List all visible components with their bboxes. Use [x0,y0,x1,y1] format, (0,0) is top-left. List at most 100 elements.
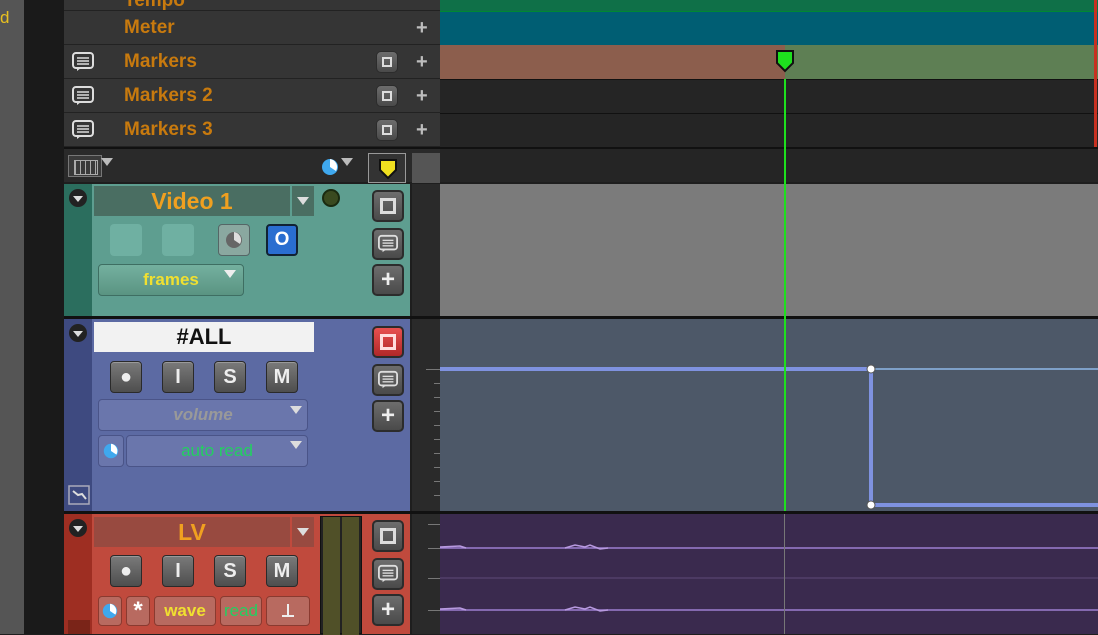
mute-label: M [273,365,291,388]
track-notes-button[interactable] [372,228,404,260]
add-icon[interactable]: + [416,86,428,106]
bus-track-ruler [412,319,440,511]
mute-button[interactable]: M [266,555,298,587]
automation-mode-dropdown[interactable]: auto read [126,435,308,467]
video-track-header[interactable]: Video 1 O frames [64,184,410,316]
add-icon[interactable]: + [416,52,428,72]
track-lock-button[interactable] [372,520,404,552]
timebase-dropdown[interactable]: frames [98,264,244,296]
note-icon[interactable] [72,86,94,106]
ruler-row-markers-3[interactable]: Markers 3 + [64,113,440,147]
audio-waveform[interactable] [440,514,1098,634]
mute-label: M [273,559,291,582]
track-name: #ALL [176,324,232,349]
ruler-row-markers-2[interactable]: Markers 2 + [64,79,440,113]
lane-view-label: volume [173,405,233,424]
clock-button[interactable] [218,224,250,256]
note-icon[interactable] [72,52,94,72]
chevron-down-icon[interactable] [101,158,113,166]
divider-strip [24,0,64,634]
record-arm-button[interactable]: ● [110,361,142,393]
markers-lane[interactable] [440,45,1098,79]
track-name-field[interactable]: LV [94,517,290,547]
clock-icon[interactable] [320,157,340,177]
toolbar-spare-button[interactable] [412,153,440,183]
meter-lane[interactable] [440,11,1098,45]
track-notes-button[interactable] [372,558,404,590]
track-color-strip [64,319,92,511]
resize-handle-icon[interactable] [68,620,90,634]
ruler-label-markers-3: Markers 3 [124,119,213,140]
chevron-down-icon[interactable] [341,158,353,166]
mute-button[interactable]: M [266,361,298,393]
bus-track-header[interactable]: #ALL ● I S M volume auto read [64,319,410,511]
note-icon[interactable] [72,120,94,140]
lock-button[interactable] [376,51,398,73]
level-meter [320,516,362,635]
lock-button[interactable] [376,119,398,141]
collapse-icon[interactable] [68,518,88,538]
tempo-lane[interactable] [440,0,1098,11]
ruler-row-meter[interactable]: Meter + [64,11,440,45]
markers-2-lane[interactable] [440,79,1098,113]
asterisk-button[interactable]: * [126,596,150,626]
ruler-row-tempo[interactable]: Tempo [64,0,440,11]
track-lock-button[interactable] [372,326,404,358]
track-layout-button[interactable] [68,155,102,177]
add-icon[interactable]: + [416,18,428,38]
add-lane-button[interactable]: + [372,594,404,626]
input-monitor-button[interactable]: I [162,361,194,393]
name-dropdown-button[interactable] [292,186,314,216]
solo-button[interactable]: S [214,361,246,393]
blank-button[interactable] [110,224,142,256]
collapse-icon[interactable] [68,323,88,343]
lane-view-dropdown[interactable]: volume [98,399,308,431]
plus-icon: + [380,596,395,623]
note-icon [378,564,398,583]
input-select-button[interactable] [266,596,310,626]
add-icon[interactable]: + [416,120,428,140]
chevron-down-icon[interactable] [290,441,302,449]
add-lane-button[interactable]: + [372,400,404,432]
playhead[interactable] [784,79,786,511]
video-toggle-button[interactable]: O [266,224,298,256]
lane-view-label: wave [164,601,206,620]
track-name: LV [178,518,206,545]
collapse-icon[interactable] [68,188,88,208]
solo-button[interactable]: S [214,555,246,587]
track-name-field[interactable]: #ALL [94,322,314,352]
plus-icon: + [380,266,395,293]
solo-label: S [223,365,237,388]
add-lane-button[interactable]: + [372,264,404,296]
automation-clock-button[interactable] [98,596,122,626]
name-dropdown-button[interactable] [292,517,314,547]
solo-label: S [223,559,237,582]
automation-clock-button[interactable] [98,435,124,467]
automation-mode-label: read [223,601,259,620]
lane-view-button[interactable]: wave [154,596,216,626]
automation-curve[interactable] [440,319,1098,511]
input-label: I [175,559,181,582]
playhead-ghost [784,514,785,634]
chevron-down-icon[interactable] [224,270,236,278]
marker-selector-button[interactable] [368,153,406,183]
automation-mode-label: auto read [181,441,253,460]
video-track-lane[interactable] [440,184,1098,316]
track-name-field[interactable]: Video 1 [94,186,290,216]
automation-mode-button[interactable]: read [220,596,262,626]
status-led [322,189,340,207]
chevron-down-icon[interactable] [290,406,302,414]
clock-icon [103,443,119,459]
asterisk-icon: * [133,597,143,624]
link-icon[interactable] [68,485,90,505]
blank-button[interactable] [162,224,194,256]
track-lock-button[interactable] [372,190,404,222]
record-arm-button[interactable]: ● [110,555,142,587]
audio-track-header[interactable]: LV ● I S M * wave read [64,514,410,635]
marker-flag-icon[interactable] [775,49,795,73]
ruler-row-markers[interactable]: Markers + [64,45,440,79]
input-monitor-button[interactable]: I [162,555,194,587]
track-notes-button[interactable] [372,364,404,396]
lock-button[interactable] [376,85,398,107]
markers-3-lane[interactable] [440,113,1098,147]
